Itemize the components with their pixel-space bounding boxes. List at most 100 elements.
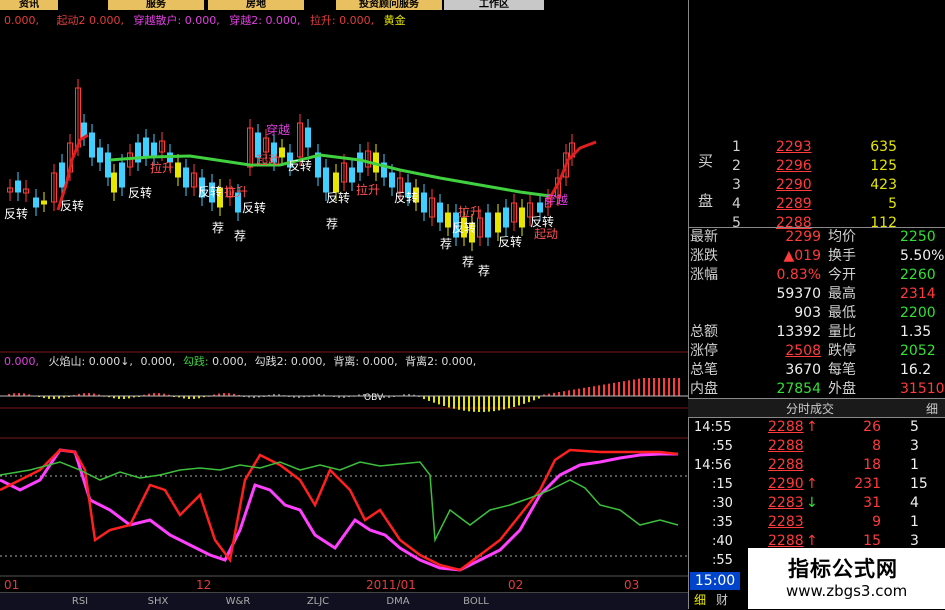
ticks-header: 分时成交 细 [688, 398, 945, 418]
tab-xi[interactable]: 细 [694, 592, 706, 608]
tick-arrow: ↑ [806, 419, 818, 435]
label-fanzhuan: 反转 [60, 198, 84, 213]
candle-body [89, 132, 95, 158]
candle-body [143, 137, 149, 158]
macd-bar [593, 386, 595, 396]
macd-bar [588, 387, 590, 396]
macd-bar [623, 381, 625, 396]
tick-time: :55 [712, 553, 733, 568]
ob-level: 3 [732, 177, 741, 193]
watermark: 指标公式网 www.zbgs3.com [748, 548, 945, 609]
macd-bar [648, 378, 650, 396]
macd-bar [673, 378, 675, 396]
quote-label-2: 每笔 [828, 362, 856, 378]
ob-volume: 423 [870, 177, 897, 193]
label-qidong: 起动 [534, 227, 558, 241]
macd-bar [428, 396, 430, 401]
candle-body [305, 127, 311, 148]
label-jian: 荐 [326, 217, 338, 231]
quote-label-2: 最低 [828, 305, 856, 321]
macd-bar [448, 396, 450, 408]
tick-time: :35 [712, 515, 733, 530]
sub-ind-beili2: 背离2: [405, 355, 438, 368]
tick-price: 2288 [768, 457, 804, 473]
label-jian: 荐 [234, 229, 246, 243]
sub-ind-beili: 背离: [333, 355, 360, 368]
tick-time: :40 [712, 534, 733, 549]
label-jian: 荐 [212, 221, 224, 235]
label-lasheng: 拉升 [458, 204, 482, 219]
candle-body [183, 167, 189, 188]
rsi-line-magenta [0, 448, 678, 572]
quote-label-2: 最高 [828, 286, 856, 302]
macd-bar [668, 378, 670, 396]
tick-row: :55 2288 8 3 [688, 437, 945, 456]
macd-bar [468, 396, 470, 412]
macd-bar [498, 396, 500, 411]
macd-bar [508, 396, 510, 409]
macd-bar [433, 396, 435, 403]
label-fanzhuan: 反转 [128, 185, 152, 200]
tab-boll[interactable]: BOLL [446, 593, 506, 610]
quote-row: 59370 最高 2314 [688, 285, 945, 304]
macd-bar [493, 396, 495, 412]
tick-time: :15 [712, 477, 733, 492]
watermark-title: 指标公式网 [788, 557, 898, 581]
candle-body [97, 147, 103, 163]
ob-price: 2290 [776, 177, 812, 193]
macd-bar [453, 396, 455, 409]
order-book-row: 1 2293 635 [688, 138, 945, 157]
macd-bar [578, 388, 580, 396]
tab-rsi[interactable]: RSI [50, 593, 110, 610]
ticks-detail-tab[interactable]: 细 [926, 400, 938, 417]
macd-bar [573, 389, 575, 396]
candle-body [357, 152, 363, 173]
quote-value-2: 2260 [900, 267, 936, 283]
macd-bar [488, 396, 490, 412]
tick-volume: 231 [854, 476, 881, 492]
tab-shx[interactable]: SHX [128, 593, 188, 610]
macd-bar [503, 396, 505, 410]
indicator-tab-bar: RSI SHX W&R ZLJC DMA BOLL [0, 592, 688, 610]
tick-price: 2288 [768, 438, 804, 454]
label-obv: OBV [364, 393, 384, 403]
tab-wr[interactable]: W&R [208, 593, 268, 610]
tab-cai[interactable]: 财 [716, 592, 728, 608]
macd-bar [558, 392, 560, 396]
candle-body [503, 207, 509, 228]
sub-ind-goujian2: 勾践2: [254, 355, 288, 368]
quote-panel: 买 盘 1 2293 635 2 2296 125 3 2290 423 4 2289 5 5 2288 1… [688, 0, 945, 609]
macd-bar [528, 396, 530, 403]
candle-body [15, 180, 21, 193]
candle-body [485, 212, 491, 238]
sub-ind-prefix: 0.000, [4, 355, 39, 368]
candle-body [59, 162, 65, 188]
tab-dma[interactable]: DMA [368, 593, 428, 610]
candle-body [519, 207, 525, 228]
ob-volume: 635 [870, 139, 897, 155]
tick-volume: 31 [863, 495, 881, 511]
tab-zljc[interactable]: ZLJC [288, 593, 348, 610]
quote-row: 涨跌 ▲019 换手 5.50% [688, 247, 945, 266]
tick-price: 2288 [768, 419, 804, 435]
date-label-01: 01 [4, 578, 20, 592]
kline-chart[interactable]: 反转反转反转 反转反转反转反转 反转反转 反转荐荐荐荐荐荐拉升拉升 拉升拉升穿越穿越起动… [0, 0, 688, 592]
trading-terminal: 资讯 服务 房地 投资顾问服务 工作区 0.000, 起动2 0.000, 穿越… [0, 0, 945, 610]
quote-value: 27854 [776, 381, 821, 397]
macd-bar [678, 378, 680, 396]
label-fanzhuan: 反转 [326, 190, 350, 205]
order-book-row: 2 2296 125 [688, 157, 945, 176]
tick-count: 15 [910, 476, 928, 492]
label-fanzhuan: 反转 [452, 220, 476, 235]
macd-bar [653, 378, 655, 396]
candle-body [279, 147, 285, 158]
quote-label: 总笔 [690, 362, 718, 378]
macd-bar [438, 396, 440, 405]
macd-bar [523, 396, 525, 404]
ob-level: 4 [732, 196, 741, 212]
label-fanzhuan: 反转 [4, 206, 28, 221]
candle-body [421, 192, 427, 213]
label-lasheng: 拉升 [224, 184, 248, 199]
watermark-url: www.zbgs3.com [786, 582, 908, 600]
sub-ind-huoyanshan: 火焰山: [48, 355, 86, 368]
